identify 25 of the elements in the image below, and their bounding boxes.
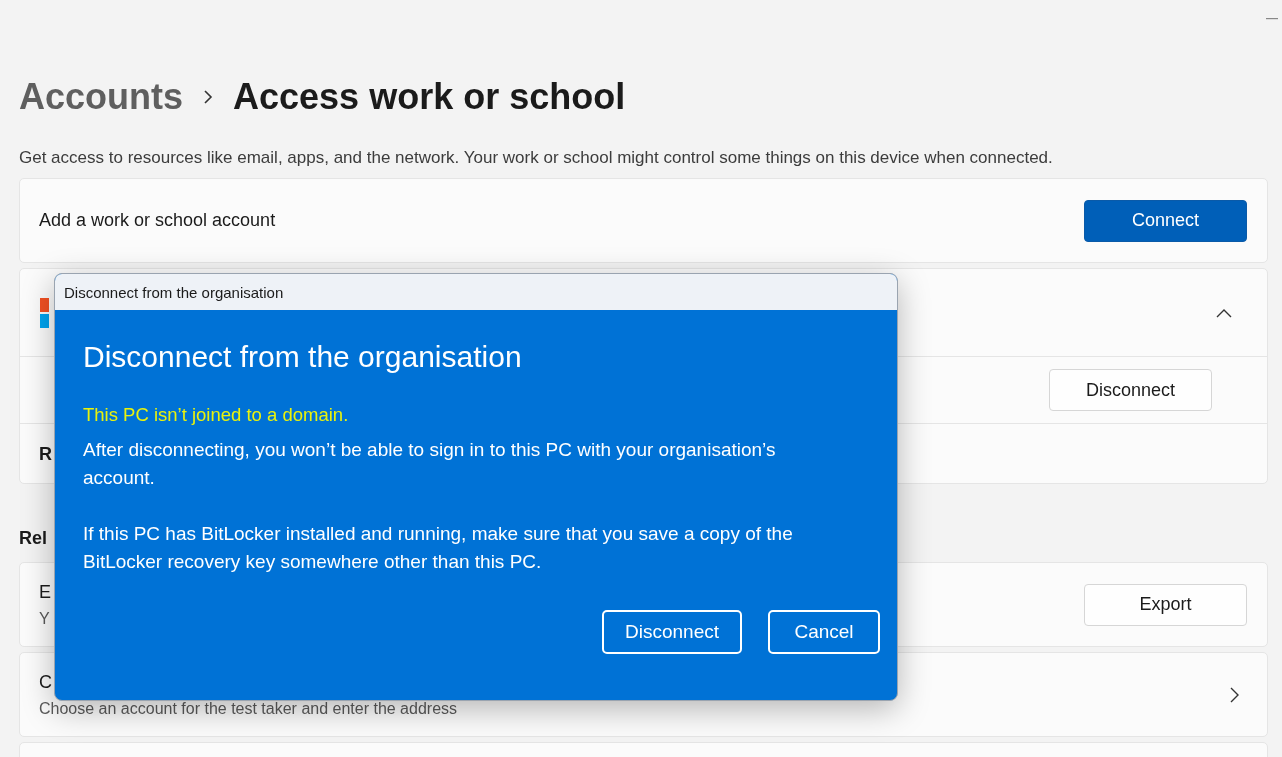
warning-text: This PC isn’t joined to a domain. [83,404,350,426]
chevron-right-icon [203,89,214,105]
setting-title: E [39,581,51,603]
section-heading: Rel [19,528,47,550]
setting-label: R [39,443,52,465]
minimize-icon[interactable] [1266,18,1278,20]
page-description: Get access to resources like email, apps, and the network. Your work or school might control some things on this device when connected. [19,148,1054,168]
cancel-button[interactable]: Cancel [768,610,880,654]
squares-logo-icon [40,297,49,328]
setting-description: Y [39,609,50,628]
chevron-right-icon [1229,686,1239,703]
dialog-paragraph: If this PC has BitLocker installed and running, make sure that you save a copy of the BitLocker recovery key somewhere other than this PC. [83,522,794,574]
page-title: Access work or school [233,76,626,118]
setting-title: C [39,671,52,693]
export-button[interactable]: Export [1084,583,1247,626]
dialog-heading: Disconnect from the organisation [83,340,523,375]
disconnect-button[interactable]: Disconnect [1049,369,1212,411]
chevron-up-icon[interactable] [1216,307,1232,318]
breadcrumb-link[interactable]: Accounts [19,76,184,118]
setting-label: Add a work or school account [39,210,276,231]
disconnect-button[interactable]: Disconnect [602,610,742,654]
connect-button[interactable]: Connect [1084,199,1247,242]
dialog-paragraph: After disconnecting, you won’t be able to sign in to this PC with your organisation’s account. [83,438,777,490]
dialog-title: Disconnect from the organisation [64,283,284,301]
setting-description: Choose an account for the test taker and enter the address [39,699,458,718]
